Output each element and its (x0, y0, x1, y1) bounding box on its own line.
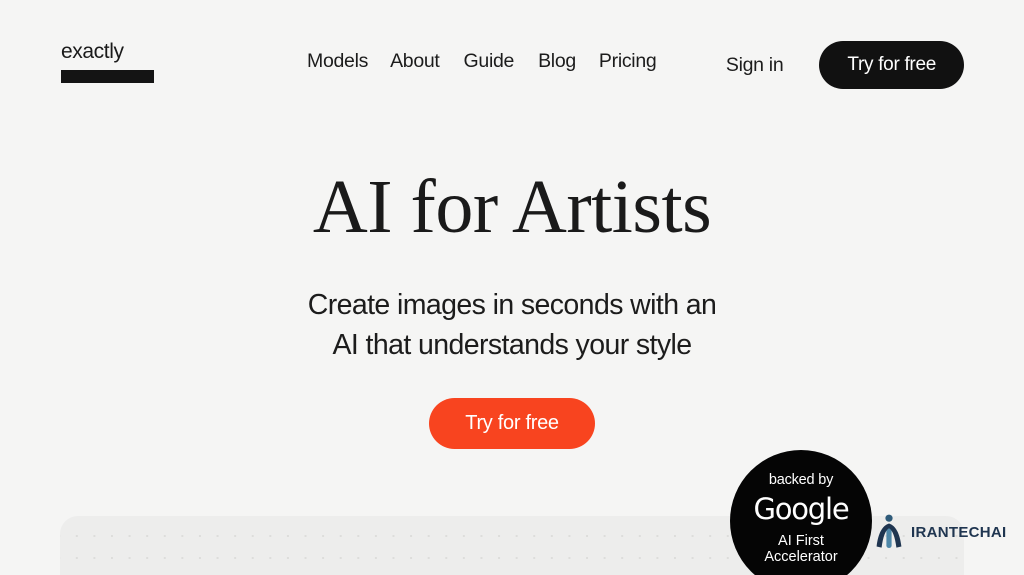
brand-logo[interactable]: exactly (61, 41, 154, 83)
hero-try-for-free-button[interactable]: Try for free (429, 398, 595, 449)
hero-subtitle: Create images in seconds with an AI that… (0, 285, 1024, 365)
partner-logo-text: IRANTECHAI (911, 523, 1007, 541)
badge-program-line-2: Accelerator (764, 548, 838, 565)
person-icon (876, 514, 902, 548)
badge-google-wordmark: Google (753, 491, 849, 526)
hero-subtitle-line-1: Create images in seconds with an (307, 289, 717, 321)
site-header: exactly Models About Guide Blog Pricing … (0, 0, 1024, 120)
header-try-for-free-button[interactable]: Try for free (819, 41, 964, 89)
backed-by-google-badge: backed by Google AI First Accelerator (730, 450, 872, 575)
brand-logo-text: exactly (61, 40, 124, 63)
nav-item-blog[interactable]: Blog (538, 50, 576, 73)
nav-item-about[interactable]: About (390, 50, 440, 73)
hero-cta-container: Try for free (0, 398, 1024, 449)
sign-in-link[interactable]: Sign in (726, 54, 796, 77)
brand-logo-bar (61, 70, 154, 83)
page-title: AI for Artists (312, 165, 712, 249)
nav-item-guide[interactable]: Guide (464, 50, 515, 73)
badge-prefix-text: backed by (768, 472, 834, 488)
badge-program-line-1: AI First (778, 532, 824, 549)
header-actions: Sign in Try for free (726, 41, 964, 89)
partner-logo-irantechai[interactable]: IRANTECHAI (874, 513, 1007, 551)
hero-subtitle-line-2: AI that understands your style (332, 329, 692, 361)
main-navigation: Models About Guide Blog Pricing (307, 50, 657, 73)
nav-item-models[interactable]: Models (307, 50, 368, 73)
nav-item-pricing[interactable]: Pricing (599, 50, 657, 73)
landing-page: exactly Models About Guide Blog Pricing … (0, 0, 1024, 575)
